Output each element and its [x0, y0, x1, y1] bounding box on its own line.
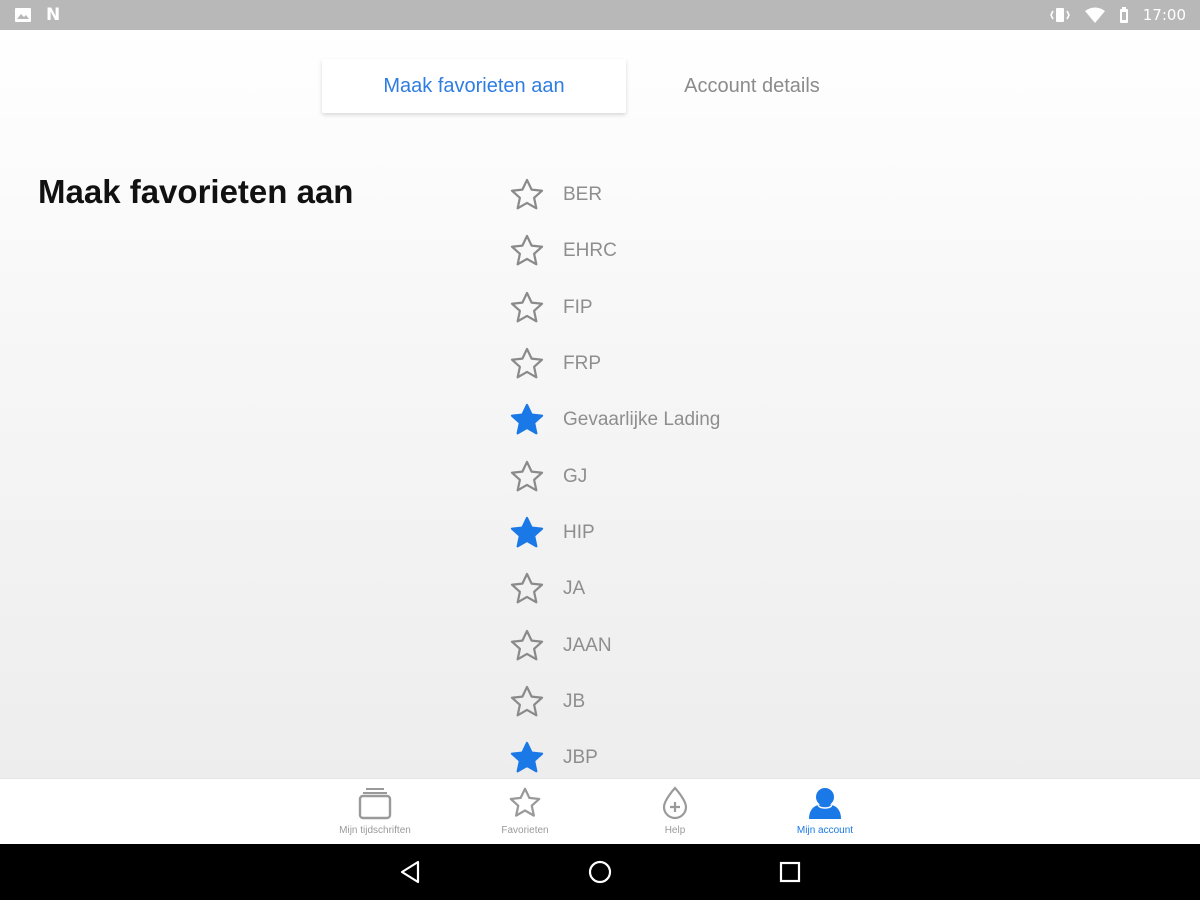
- status-bar: N 17:00: [0, 0, 1200, 30]
- star-outline-icon[interactable]: [508, 289, 546, 327]
- star-filled-icon[interactable]: [508, 514, 546, 552]
- status-left: N: [14, 5, 60, 25]
- favorite-item[interactable]: EHRC: [508, 223, 1008, 279]
- favorite-item[interactable]: JAAN: [508, 617, 1008, 673]
- nav-label: Favorieten: [501, 825, 549, 836]
- star-outline-icon[interactable]: [508, 570, 546, 608]
- favorite-label: FRP: [563, 353, 601, 375]
- favorite-label: HIP: [563, 521, 595, 543]
- tab-account-details[interactable]: Account details: [640, 59, 864, 113]
- favorite-item[interactable]: Gevaarlijke Lading: [508, 392, 1008, 448]
- favorite-item[interactable]: JA: [508, 561, 1008, 617]
- tab-maak-favorieten[interactable]: Maak favorieten aan: [322, 59, 626, 113]
- star-filled-icon[interactable]: [508, 739, 546, 777]
- nav-label: Help: [664, 825, 686, 836]
- nav-label: Mijn account: [796, 825, 854, 836]
- content-area: Maak favorieten aan Account details Maak…: [0, 30, 1200, 778]
- favorite-item[interactable]: GJ: [508, 448, 1008, 504]
- account-icon: [809, 788, 841, 819]
- favorite-item[interactable]: FIP: [508, 280, 1008, 336]
- help-drop-icon: [662, 786, 688, 820]
- favorite-label: BER: [563, 184, 603, 206]
- magazines-icon: [358, 788, 392, 820]
- favorite-item[interactable]: FRP: [508, 336, 1008, 392]
- battery-icon: [1119, 7, 1128, 23]
- nav-favorieten[interactable]: Favorieten: [450, 779, 600, 845]
- favorite-label: JA: [563, 578, 586, 600]
- favorite-label: EHRC: [563, 240, 617, 262]
- star-outline-icon[interactable]: [508, 683, 546, 721]
- status-right: 17:00: [1049, 6, 1186, 24]
- nav-label: Mijn tijdschriften: [339, 825, 411, 836]
- star-outline-icon[interactable]: [508, 458, 546, 496]
- status-time: 17:00: [1142, 6, 1186, 24]
- recents-icon[interactable]: [776, 858, 804, 886]
- favorites-list: BER EHRC FIP FRP Gevaarlijke Lading GJ H…: [508, 167, 1008, 778]
- favorite-item[interactable]: JB: [508, 674, 1008, 730]
- nav-help[interactable]: Help: [600, 779, 750, 845]
- back-icon[interactable]: [396, 858, 424, 886]
- star-outline-icon[interactable]: [508, 627, 546, 665]
- n-icon: N: [46, 5, 61, 25]
- favorite-label: JAAN: [563, 634, 612, 656]
- favorite-item[interactable]: JBP: [508, 730, 1008, 778]
- star-outline-icon[interactable]: [508, 176, 546, 214]
- home-icon[interactable]: [586, 858, 614, 886]
- nav-mijn-account[interactable]: Mijn account: [750, 779, 900, 845]
- wifi-icon: [1084, 7, 1105, 23]
- favorite-label: GJ: [563, 465, 588, 487]
- favorite-item[interactable]: BER: [508, 167, 1008, 223]
- nav-mijn-tijdschriften[interactable]: Mijn tijdschriften: [300, 779, 450, 845]
- tab-bar: Maak favorieten aan Account details: [0, 30, 1200, 120]
- bottom-navigation: Mijn tijdschriften Favorieten Help Mijn …: [0, 778, 1200, 844]
- favorite-item[interactable]: HIP: [508, 505, 1008, 561]
- star-outline-icon[interactable]: [508, 232, 546, 270]
- favorite-label: JBP: [563, 747, 598, 769]
- image-icon: [15, 8, 31, 22]
- vibrate-icon: [1049, 8, 1070, 22]
- system-navigation: [0, 844, 1200, 900]
- star-icon: [509, 787, 541, 817]
- favorite-label: Gevaarlijke Lading: [563, 409, 721, 431]
- star-filled-icon[interactable]: [508, 401, 546, 439]
- favorite-label: FIP: [563, 296, 593, 318]
- favorite-label: JB: [563, 690, 586, 712]
- page-title: Maak favorieten aan: [38, 173, 354, 210]
- star-outline-icon[interactable]: [508, 345, 546, 383]
